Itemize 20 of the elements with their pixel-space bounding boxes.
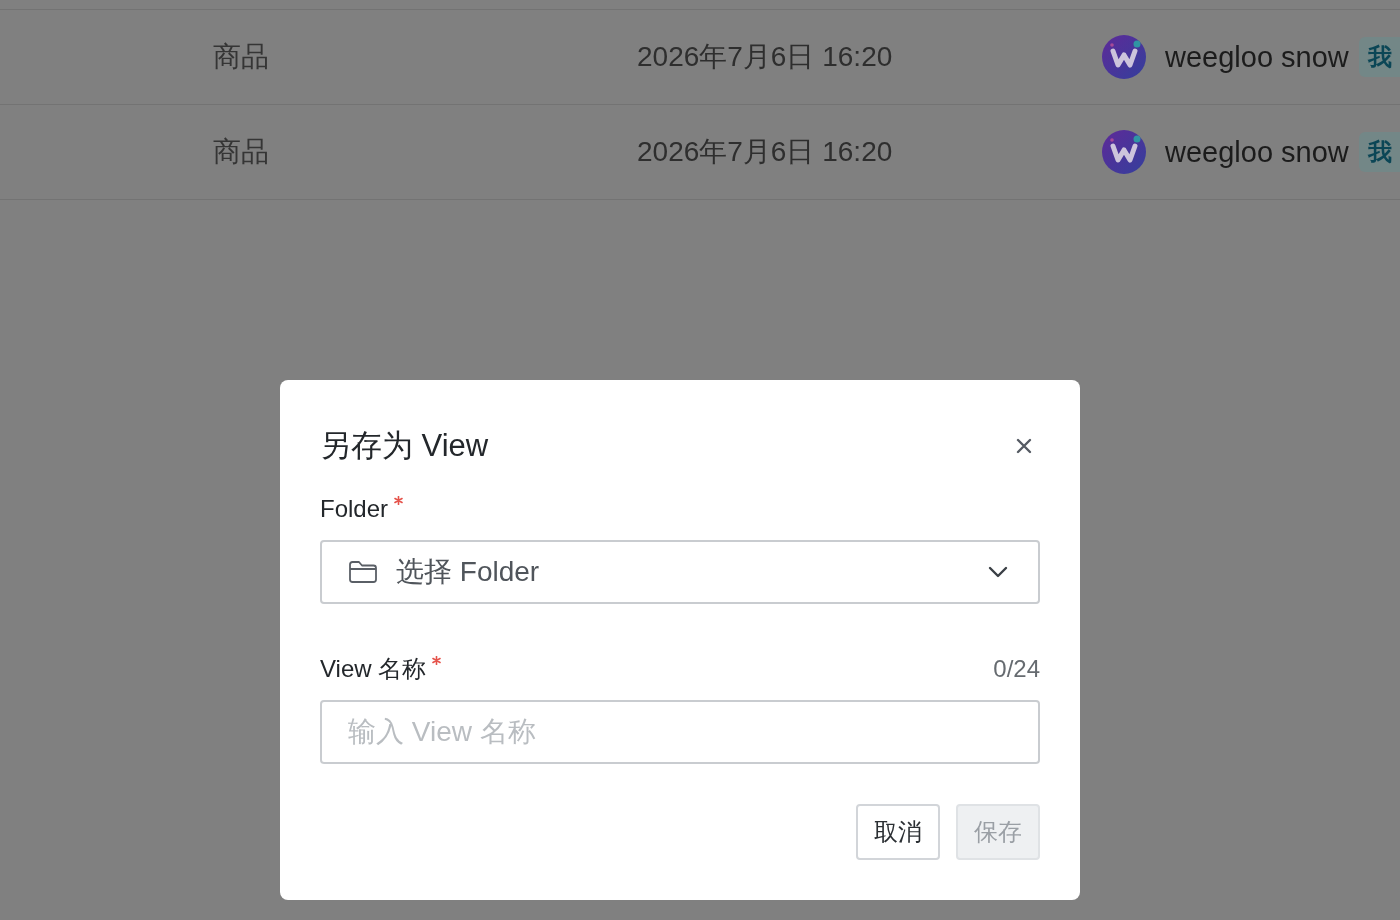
field-label: View 名称 bbox=[320, 654, 427, 684]
table-cell-text: 2026年7月6日 16:20 bbox=[637, 135, 894, 169]
owner-name: weegloo snow bbox=[1165, 40, 1349, 74]
field-label: Folder bbox=[320, 494, 389, 524]
table-cell-text: 2026年7月6日 16:20 bbox=[637, 40, 894, 74]
cancel-button[interactable]: 取消 bbox=[856, 804, 940, 860]
owner-name: weegloo snow bbox=[1165, 135, 1349, 169]
owner-tag: 我 bbox=[1358, 37, 1400, 77]
table-cell-text: 商品 bbox=[213, 135, 270, 169]
dialog-title: 另存为 View bbox=[320, 427, 489, 465]
avatar-icon bbox=[1102, 130, 1146, 174]
view-name-input[interactable]: 输入 View 名称 bbox=[320, 700, 1040, 764]
owner-tag: 我 bbox=[1358, 132, 1400, 172]
chevron-down-icon bbox=[988, 566, 1008, 578]
avatar-icon bbox=[1102, 35, 1146, 79]
folder-icon bbox=[348, 560, 378, 584]
character-counter: 0/24 bbox=[993, 654, 1040, 684]
folder-select[interactable]: 选择 Folder bbox=[320, 540, 1040, 604]
table-cell-text: 商品 bbox=[213, 40, 270, 74]
close-icon[interactable] bbox=[1016, 438, 1032, 454]
